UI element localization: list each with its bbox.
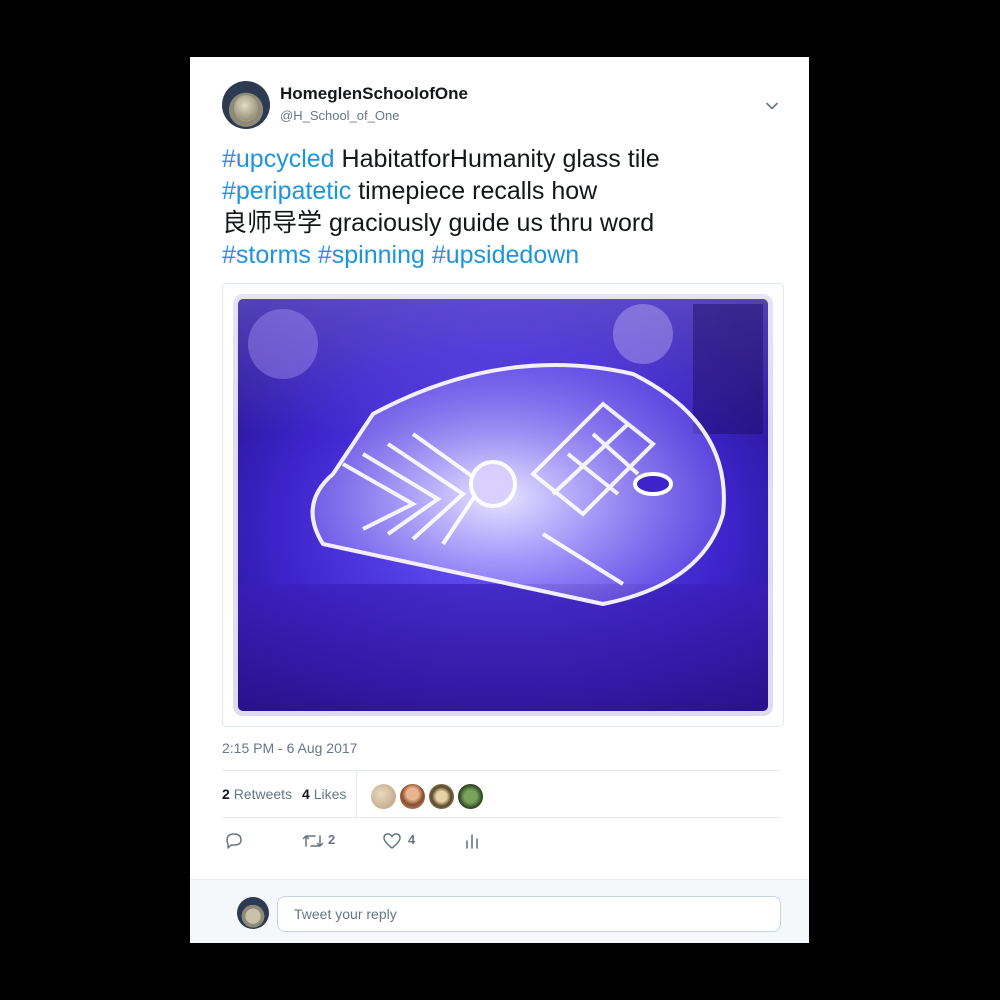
hashtag-link[interactable]: #storms bbox=[222, 241, 311, 269]
tweet-text-segment: 良师导学 graciously guide us thru word bbox=[222, 209, 655, 237]
likes-label: Likes bbox=[313, 786, 347, 802]
hashtag-link[interactable]: #upsidedown bbox=[432, 241, 579, 269]
tweet-text-line: #upcycled HabitatforHumanity glass tile bbox=[222, 143, 782, 175]
tweet-text-line: #peripatetic timepiece recalls how bbox=[222, 175, 782, 207]
analytics-icon bbox=[466, 834, 478, 849]
liker-avatar[interactable] bbox=[428, 783, 455, 810]
tweet-header: HomeglenSchoolofOne @H_School_of_One bbox=[222, 81, 781, 131]
liker-avatar[interactable] bbox=[399, 783, 426, 810]
avatar bbox=[237, 897, 269, 929]
hashtag-link[interactable]: #upcycled bbox=[222, 145, 335, 173]
retweets-stat[interactable]: 2 Retweets bbox=[222, 786, 292, 802]
tweet-text-segment: HabitatforHumanity glass tile bbox=[334, 145, 660, 173]
tweet-text-segment: timepiece recalls how bbox=[351, 177, 598, 205]
divider bbox=[222, 770, 781, 771]
reply-button[interactable] bbox=[224, 831, 244, 851]
analytics-button[interactable] bbox=[462, 831, 482, 851]
hashtag-link[interactable]: #spinning bbox=[318, 241, 425, 269]
tweet-text-segment bbox=[425, 241, 432, 269]
tweet-text-line: #storms #spinning #upsidedown bbox=[222, 239, 782, 271]
retweet-button[interactable]: 2 bbox=[302, 831, 335, 851]
liker-avatar[interactable] bbox=[457, 783, 484, 810]
avatar[interactable] bbox=[222, 81, 270, 129]
stats-separator bbox=[356, 771, 357, 817]
liker-avatar[interactable] bbox=[370, 783, 397, 810]
hashtag-link[interactable]: #peripatetic bbox=[222, 177, 351, 205]
user-handle[interactable]: @H_School_of_One bbox=[280, 108, 399, 123]
retweet-count: 2 bbox=[328, 832, 336, 847]
reply-input[interactable] bbox=[277, 896, 781, 932]
tweet-text: #upcycled HabitatforHumanity glass tile #… bbox=[222, 143, 782, 271]
tweet-timestamp[interactable]: 2:15 PM - 6 Aug 2017 bbox=[222, 740, 357, 756]
like-count: 4 bbox=[408, 832, 416, 847]
tweet-media-photo[interactable] bbox=[222, 283, 784, 727]
reply-composer bbox=[190, 879, 809, 943]
tweet-text-line: 良师导学 graciously guide us thru word bbox=[222, 207, 782, 239]
retweets-count: 2 bbox=[222, 786, 230, 802]
reply-icon bbox=[226, 833, 242, 849]
divider bbox=[222, 817, 781, 818]
tweet-card: HomeglenSchoolofOne @H_School_of_One #up… bbox=[190, 57, 809, 943]
likes-stat[interactable]: 4 Likes bbox=[302, 786, 346, 802]
retweets-label: Retweets bbox=[233, 786, 293, 802]
like-icon bbox=[383, 833, 401, 849]
tweet-text-segment bbox=[311, 241, 318, 269]
like-button[interactable]: 4 bbox=[382, 831, 415, 851]
retweet-icon bbox=[302, 835, 324, 847]
display-name[interactable]: HomeglenSchoolofOne bbox=[280, 84, 468, 104]
chevron-down-icon[interactable] bbox=[763, 97, 781, 115]
likes-count: 4 bbox=[302, 786, 310, 802]
tweet-actions: 2 4 bbox=[222, 827, 522, 857]
